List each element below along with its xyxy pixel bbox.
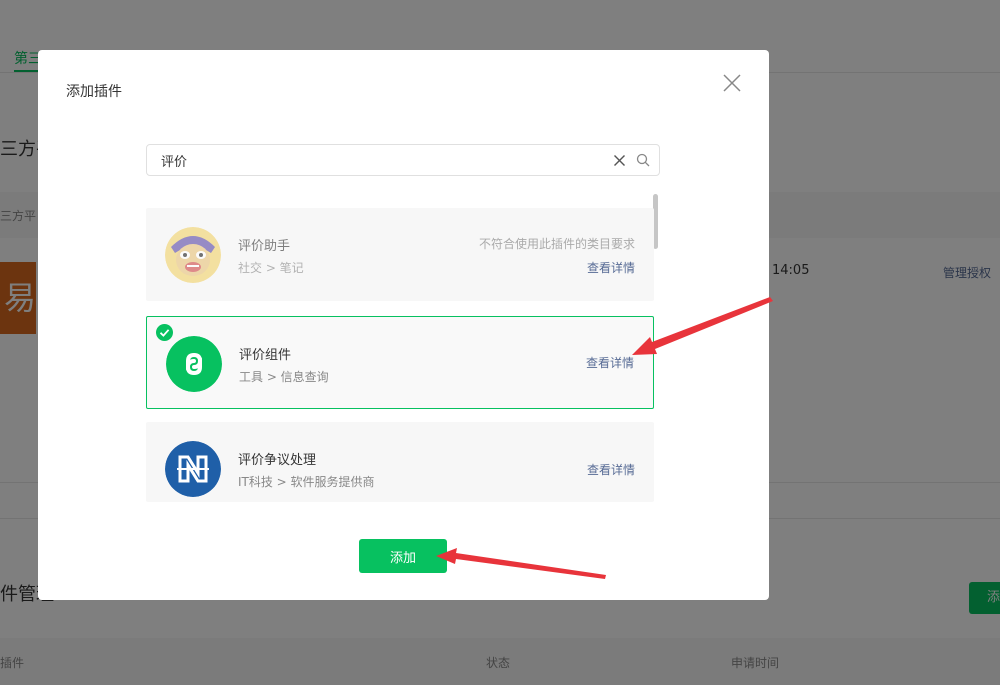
plugin-list[interactable]: 评价助手 社交 > 笔记 不符合使用此插件的类目要求 查看详情 评价组件 工具 …	[146, 194, 676, 502]
dialog-title: 添加插件	[66, 84, 122, 100]
close-button[interactable]	[721, 72, 743, 94]
mini-program-logo-icon	[166, 336, 222, 392]
plugin-ineligible-notice: 不符合使用此插件的类目要求	[478, 237, 635, 251]
plugin-card-evaluation-component[interactable]: 评价组件 工具 > 信息查询 查看详情	[146, 316, 654, 409]
search-icon[interactable]	[636, 153, 650, 167]
add-plugin-dialog: 添加插件 评价 评价助手 社交 > 笔记 不符合使用此插件的类目要求 查看详情 …	[38, 50, 769, 600]
monkey-king-avatar-icon	[165, 227, 221, 283]
view-details-link[interactable]: 查看详情	[586, 354, 634, 371]
clear-icon[interactable]	[613, 154, 626, 167]
dispute-logo-icon	[165, 441, 221, 497]
selected-check-icon	[156, 324, 173, 341]
plugin-card-evaluation-dispute[interactable]: 评价争议处理 IT科技 > 软件服务提供商 查看详情	[146, 422, 654, 502]
plugin-category: 工具 > 信息查询	[239, 370, 329, 384]
search-box	[146, 144, 660, 176]
add-button[interactable]: 添加	[359, 539, 447, 573]
plugin-card-evaluation-assistant[interactable]: 评价助手 社交 > 笔记 不符合使用此插件的类目要求 查看详情	[146, 208, 654, 301]
view-details-link[interactable]: 查看详情	[587, 259, 635, 276]
view-details-link[interactable]: 查看详情	[587, 461, 635, 478]
plugin-category: IT科技 > 软件服务提供商	[238, 475, 375, 489]
plugin-name: 评价助手	[238, 239, 291, 254]
plugin-category: 社交 > 笔记	[238, 261, 304, 275]
plugin-name: 评价组件	[239, 348, 292, 363]
plugin-name: 评价争议处理	[238, 453, 317, 468]
close-icon	[723, 74, 741, 92]
search-input[interactable]	[161, 150, 591, 170]
